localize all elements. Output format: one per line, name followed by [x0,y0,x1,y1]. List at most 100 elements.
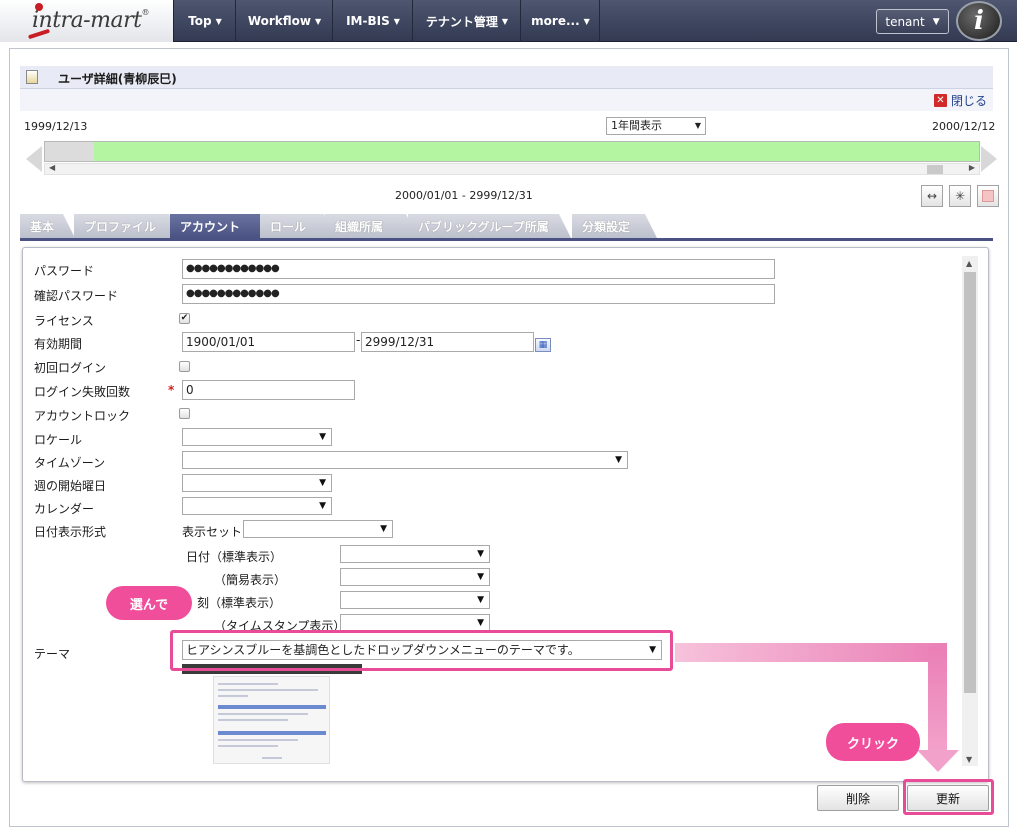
timeline-prev-arrow-icon[interactable] [26,146,42,172]
annotation-arrow [928,647,947,750]
timeline-end-date: 2000/12/12 [932,120,996,133]
form-scroll-thumb[interactable] [964,272,976,693]
locale-select[interactable]: ▼ [182,428,332,446]
date-standard-select[interactable]: ▼ [340,545,490,563]
tab-public-group[interactable]: パブリックグループ所属 [408,214,571,238]
page-title-bar: ユーザ詳細(青柳辰巳) [20,66,993,89]
caret-down-icon: ▼ [501,16,509,26]
tab-organization[interactable]: 組織所属 [325,214,418,238]
timeline-range-text: 2000/01/01 - 2999/12/31 [395,189,533,202]
nav-item-top[interactable]: Top ▼ [175,0,236,42]
validity-to-input[interactable]: 2999/12/31 [361,332,534,352]
timeline-scroll-thumb[interactable] [927,165,943,174]
theme-preview-image [182,664,362,766]
calendar-select[interactable]: ▼ [182,497,332,515]
intra-mart-logo: intra-mart® [32,8,149,33]
tab-classification[interactable]: 分類設定 [572,214,657,238]
timezone-select[interactable]: ▼ [182,451,628,469]
caret-down-icon: ▼ [477,549,484,559]
delete-period-icon[interactable] [977,185,999,207]
timeline-next-arrow-icon[interactable] [981,146,997,172]
date-standard-label: 日付（標準表示） [186,550,283,564]
select-hint-bubble: 選んで [106,586,192,620]
caret-down-icon: ▼ [932,16,940,27]
license-checkbox[interactable]: ✔ [179,313,190,324]
time-standard-select[interactable]: ▼ [340,591,490,609]
caret-down-icon: ▼ [380,524,387,534]
caret-down-icon: ▼ [477,618,484,628]
week-start-label: 週の開始曜日 [34,479,107,493]
close-label: 閉じる [950,94,987,108]
password-confirm-input[interactable]: ●●●●●●●●●●●● [182,284,775,304]
user-menu-icon[interactable]: i [956,1,1002,41]
account-form-panel [22,247,989,782]
license-label: ライセンス [34,314,94,328]
timeline-start-date: 1999/12/13 [24,120,88,133]
timeline-scrollbar[interactable]: ◀ ▶ [44,163,980,175]
login-failures-input[interactable]: 0 [182,380,355,400]
delete-button[interactable]: 削除 [817,785,899,811]
timeline-view-select[interactable]: 1年間表示 ▼ [606,117,706,135]
caret-down-icon: ▼ [319,501,326,511]
merge-period-icon[interactable]: ✳ [949,185,971,207]
tab-underline [20,238,993,241]
nav-item-more[interactable]: more... ▼ [522,0,600,42]
scroll-left-icon[interactable]: ◀ [49,163,55,172]
date-format-label: 日付表示形式 [34,525,107,539]
caret-down-icon: ▼ [583,16,590,26]
tab-account[interactable]: アカウント [170,214,274,238]
password-confirm-label: 確認パスワード [34,289,119,303]
timeline-track[interactable] [44,141,980,162]
timezone-label: タイムゾーン [34,456,106,470]
validity-from-input[interactable]: 1900/01/01 [182,332,355,352]
display-set-label: 表示セット [182,525,243,539]
calendar-label: カレンダー [34,502,95,516]
nav-item-im-bis[interactable]: IM-BIS ▼ [334,0,413,42]
login-failures-label: ログイン失敗回数 [34,385,131,399]
caret-down-icon: ▼ [393,16,400,26]
page-title: ユーザ詳細(青柳辰巳) [58,72,177,86]
date-simple-select[interactable]: ▼ [340,568,490,586]
display-set-select[interactable]: ▼ [243,520,393,538]
week-start-select[interactable]: ▼ [182,474,332,492]
tenant-dropdown[interactable]: tenant ▼ [876,9,949,34]
tab-profile[interactable]: プロファイル [74,214,181,238]
form-scrollbar[interactable]: ▲ ▼ [962,256,978,766]
close-icon: ✕ [933,94,947,107]
preview-page [213,676,330,764]
account-lock-checkbox[interactable] [179,408,190,419]
caret-down-icon: ▼ [319,478,326,488]
scroll-down-icon[interactable]: ▼ [966,755,972,764]
annotation-arrow [675,643,947,662]
caret-down-icon: ▼ [315,16,322,26]
theme-highlight-box [170,630,673,671]
close-link[interactable]: ✕ 閉じる [933,92,987,109]
first-login-checkbox[interactable] [179,361,190,372]
tab-role[interactable]: ロール [260,214,336,238]
theme-label: テーマ [34,647,71,661]
account-lock-label: アカウントロック [34,409,131,423]
scroll-up-icon[interactable]: ▲ [966,259,972,268]
timeline-period-bar[interactable] [94,142,979,161]
nav-item-workflow[interactable]: Workflow ▼ [237,0,333,42]
password-input[interactable]: ●●●●●●●●●●●● [182,259,775,279]
caret-down-icon: ▼ [694,121,701,130]
nav-item-tenant-admin[interactable]: テナント管理 ▼ [414,0,521,42]
locale-label: ロケール [34,433,83,447]
page-subheader: ✕ 閉じる [20,89,993,111]
document-icon [26,70,38,84]
password-label: パスワード [34,264,95,278]
first-login-label: 初回ログイン [34,361,107,375]
caret-down-icon: ▼ [477,595,484,605]
click-hint-bubble: クリック [826,723,920,761]
calendar-icon[interactable]: ▦ [535,338,551,352]
validity-label: 有効期間 [34,337,83,351]
annotation-arrow-head [917,750,959,772]
caret-down-icon: ▼ [319,432,326,442]
caret-down-icon: ▼ [615,455,622,465]
scroll-right-icon[interactable]: ▶ [969,163,975,172]
split-period-icon[interactable]: ↔ [921,185,943,207]
update-highlight-box [903,779,994,815]
logo-area[interactable]: intra-mart® [0,0,174,42]
caret-down-icon: ▼ [477,572,484,582]
